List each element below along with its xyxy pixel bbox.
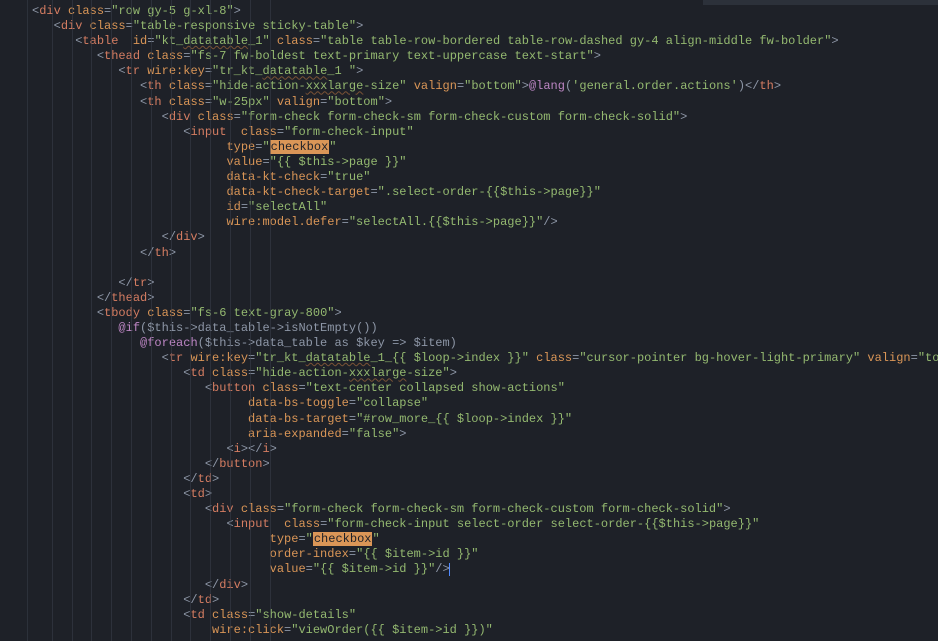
code-line[interactable]: wire:click="viewOrder({{ $item->id }})" [28, 623, 938, 638]
code-line[interactable]: order-index="{{ $item->id }}" [28, 547, 938, 562]
code-line[interactable]: </td> [28, 472, 938, 487]
code-line[interactable]: <input class="form-check-input select-or… [28, 517, 938, 532]
code-line[interactable]: <div class="form-check form-check-sm for… [28, 110, 938, 125]
code-line[interactable]: </button> [28, 457, 938, 472]
code-line[interactable]: <div class="row gy-5 g-xl-8"> [28, 4, 938, 19]
code-line[interactable]: data-bs-toggle="collapse" [28, 396, 938, 411]
code-editor[interactable]: <div class="row gy-5 g-xl-8"> <div class… [0, 0, 938, 641]
code-line[interactable]: data-kt-check-target=".select-order-{{$t… [28, 185, 938, 200]
code-line[interactable]: type="checkbox" [28, 140, 938, 155]
code-line[interactable]: @foreach($this->data_table as $key => $i… [28, 336, 938, 351]
code-line[interactable]: value="{{ $item->id }}"/> [28, 562, 938, 577]
code-line[interactable] [28, 261, 938, 276]
code-line[interactable]: <td> [28, 487, 938, 502]
code-line[interactable]: <tr wire:key="tr_kt_datatable_1 "> [28, 64, 938, 79]
code-line[interactable]: id="selectAll" [28, 200, 938, 215]
code-line[interactable]: <div class="form-check form-check-sm for… [28, 502, 938, 517]
code-line[interactable]: </thead> [28, 291, 938, 306]
code-line[interactable]: </div> [28, 230, 938, 245]
code-line[interactable]: <div class="table-responsive sticky-tabl… [28, 19, 938, 34]
code-line[interactable]: <td class="hide-action-xxxlarge-size"> [28, 366, 938, 381]
line-number-gutter [0, 0, 28, 641]
code-line[interactable]: type="checkbox" [28, 532, 938, 547]
text-cursor [449, 563, 450, 576]
code-line[interactable]: <tbody class="fs-6 text-gray-800"> [28, 306, 938, 321]
code-line[interactable]: <table id="kt_datatable_1" class="table … [28, 34, 938, 49]
code-line[interactable]: </th> [28, 246, 938, 261]
code-line[interactable]: <tr wire:key="tr_kt_datatable_1_{{ $loop… [28, 351, 938, 366]
code-line[interactable]: <i></i> [28, 442, 938, 457]
code-line[interactable]: aria-expanded="false"> [28, 427, 938, 442]
code-content[interactable]: <div class="row gy-5 g-xl-8"> <div class… [28, 0, 938, 641]
code-line[interactable]: <input class="form-check-input" [28, 125, 938, 140]
code-line[interactable]: wire:model.defer="selectAll.{{$this->pag… [28, 215, 938, 230]
code-line[interactable]: </tr> [28, 276, 938, 291]
code-line[interactable]: <thead class="fs-7 fw-boldest text-prima… [28, 49, 938, 64]
code-line[interactable]: data-kt-check="true" [28, 170, 938, 185]
code-line[interactable]: @if($this->data_table->isNotEmpty()) [28, 321, 938, 336]
code-line[interactable]: <td class="show-details" [28, 608, 938, 623]
code-line[interactable]: </td> [28, 593, 938, 608]
code-line[interactable]: <button class="text-center collapsed sho… [28, 381, 938, 396]
code-line[interactable]: value="{{ $this->page }}" [28, 155, 938, 170]
code-line[interactable]: </div> [28, 578, 938, 593]
code-line[interactable]: data-bs-target="#row_more_{{ $loop->inde… [28, 412, 938, 427]
code-line[interactable]: <th class="w-25px" valign="bottom"> [28, 95, 938, 110]
code-line[interactable]: <th class="hide-action-xxxlarge-size" va… [28, 79, 938, 94]
